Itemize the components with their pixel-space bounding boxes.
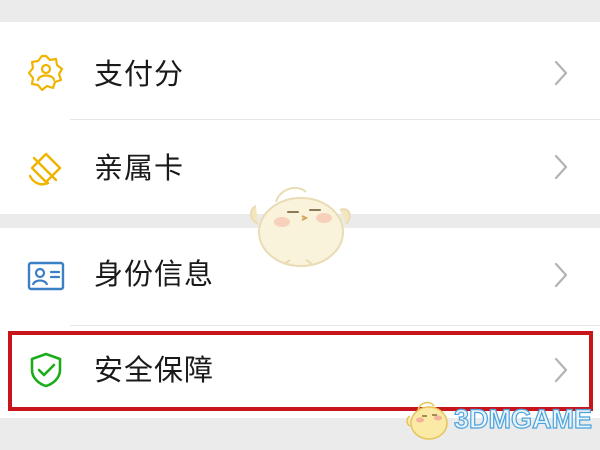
watermark-logo: 3DMGAME	[404, 396, 600, 446]
id-card-icon	[26, 256, 66, 296]
section-gap-top	[0, 0, 600, 22]
menu-item-label: 身份信息	[94, 257, 215, 291]
menu-item-label: 亲属卡	[94, 151, 185, 185]
watermark-text: 3DMGAME	[453, 403, 593, 434]
chevron-right-icon	[552, 152, 570, 182]
menu-item-label: 支付分	[94, 57, 185, 91]
mascot-bird-image	[246, 180, 356, 270]
payscore-badge-icon	[26, 53, 66, 93]
chevron-right-icon	[552, 260, 570, 290]
family-card-icon	[26, 148, 66, 188]
watermark-bird-icon	[404, 396, 454, 444]
menu-item-payscore[interactable]: 支付分	[0, 22, 600, 120]
chevron-right-icon	[552, 58, 570, 88]
